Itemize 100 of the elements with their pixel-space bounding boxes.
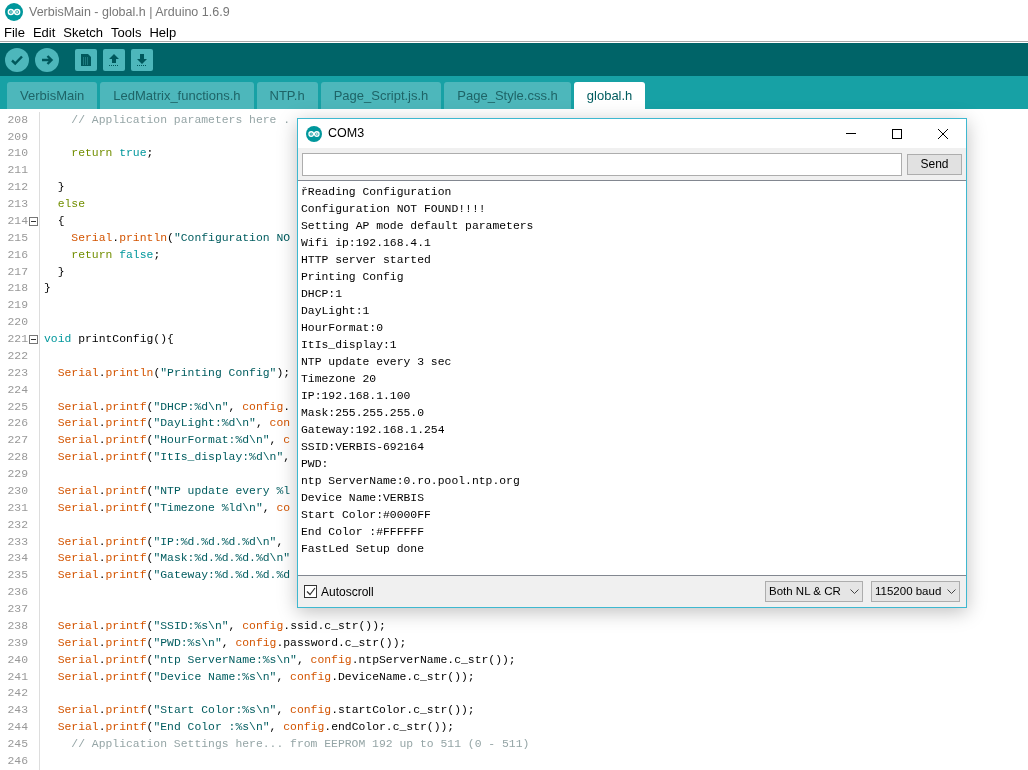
output-line: HourFormat:0 [301,321,385,336]
line-number: 218 [7,283,28,295]
line-number: 219 [7,300,28,312]
line-number: 230 [7,486,28,498]
file-tab[interactable]: global.h [573,82,646,109]
output-line: Timezone 20 [301,372,378,387]
line-number: 212 [7,182,28,194]
line-number: 231 [7,502,28,515]
arduino-logo-icon [5,3,23,21]
upload-arrow-icon [107,52,121,67]
code-line: Serial.printf("PWD:%s\n", config.password.c_str()); [56,637,407,650]
code-line: Serial.printf("Timezone %ld\n", co [56,502,291,515]
menu-item[interactable]: Sketch [63,26,104,39]
line-number: 242 [7,688,28,700]
line-number: 209 [7,131,28,143]
output-line: řReading Configuration [301,185,453,200]
output-line: FastLed Setup done [301,542,426,557]
autoscroll-checkbox[interactable] [304,585,317,598]
line-number: 227 [7,435,28,447]
menu-item[interactable]: File [4,26,25,39]
output-line: ItIs_display:1 [301,338,398,353]
line-number: 243 [7,705,28,717]
output-line: Setting AP mode default parameters [301,219,535,234]
output-line: Wifi ip:192.168.4.1 [301,236,432,251]
output-line: Device Name:VERBIS [301,491,426,506]
line-number: 216 [7,249,28,262]
save-button[interactable] [131,48,153,71]
chevron-down-icon [850,589,859,594]
line-number: 222 [7,351,28,363]
output-line: Start Color:#0000FF [301,508,432,523]
close-icon [938,128,948,139]
open-button[interactable] [103,48,125,71]
checkmark-icon [305,587,316,596]
code-line: } [56,182,65,194]
collapse-icon[interactable] [29,217,38,227]
code-line: // Application Settings here... from EEPROM 192 up to 511 (0 - 511) [70,739,530,751]
new-button[interactable] [75,48,97,71]
code-line: return true; [70,148,154,160]
line-ending-dropdown[interactable]: Both NL & CR [765,581,863,602]
line-number: 238 [7,621,28,633]
maximize-icon [892,128,902,139]
line-number: 244 [7,722,28,734]
code-line: Serial.println("Configuration NO [70,232,291,245]
line-number: 237 [7,604,28,616]
code-line: Serial.printf("Mask:%d.%d.%d.%d\n" [56,553,291,565]
baud-rate-dropdown[interactable]: 115200 baud [871,581,960,602]
code-line: Serial.printf("Start Color:%s\n", config.startColor.c_str()); [56,705,475,717]
code-line: Serial.printf("HourFormat:%d\n", c [56,435,291,447]
output-line: HTTP server started [301,253,432,268]
code-line: Serial.printf("Device Name:%s\n", config.DeviceName.c_str()); [56,671,475,683]
line-number: 240 [7,654,28,667]
line-number: 246 [7,756,28,768]
line-number: 213 [7,199,28,211]
line-number: 225 [7,401,28,413]
menu-item[interactable]: Help [149,26,177,39]
line-number: 217 [7,266,28,278]
line-number: 235 [7,570,28,582]
code-line: Serial.printf("ntp ServerName:%s\n", config.ntpServerName.c_str()); [56,654,516,667]
code-line: else [56,199,85,211]
output-line: NTP update every 3 sec [301,355,453,370]
line-number: 214 [7,216,28,228]
window-title: COM3 [328,125,365,143]
line-number: 236 [7,587,28,599]
collapse-icon[interactable] [29,335,38,345]
code-line: Serial.printf("IP:%d.%d.%d.%d\n", [56,536,284,548]
code-line: Serial.printf("DHCP:%d\n", config. [56,401,291,413]
line-number: 245 [7,739,28,751]
line-number: 232 [7,519,28,532]
code-line: Serial.println("Printing Config"); [56,367,291,380]
document-icon [80,52,92,67]
output-line: Configuration NOT FOUND!!!! [301,202,487,217]
verify-button[interactable] [5,47,29,72]
code-line: { [56,216,65,228]
line-number: 223 [7,367,28,380]
output-line: Gateway:192.168.1.254 [301,423,446,438]
code-line: Serial.printf("NTP update every %l [56,486,291,498]
line-number: 224 [7,384,28,397]
menu-item[interactable]: Edit [32,26,56,39]
send-button[interactable]: Send [907,153,962,175]
code-line: Serial.printf("Gateway:%d.%d.%d.%d [56,570,291,582]
send-input-field[interactable] [302,152,902,176]
output-line: DayLight:1 [301,304,371,319]
chevron-down-icon [947,589,956,594]
code-line: return false; [70,249,161,262]
line-number: 239 [7,637,28,650]
output-line: PWD: [301,457,330,472]
menu-item[interactable]: Tools [111,26,142,39]
code-line: Serial.printf("ItIs_display:%d\n", [56,452,291,464]
line-number: 211 [7,165,28,177]
line-number: 228 [7,452,28,464]
output-line: DHCP:1 [301,287,343,302]
line-number: 233 [7,536,28,548]
line-number: 220 [7,317,28,329]
output-line: Mask:255.255.255.0 [301,406,426,421]
arrow-right-icon [40,52,54,67]
line-number: 210 [7,148,28,160]
code-line: Serial.printf("DayLight:%d\n", con [56,418,291,430]
code-line: void printConfig(){ [44,334,174,346]
upload-button[interactable] [35,47,59,72]
code-line: } [56,266,65,278]
